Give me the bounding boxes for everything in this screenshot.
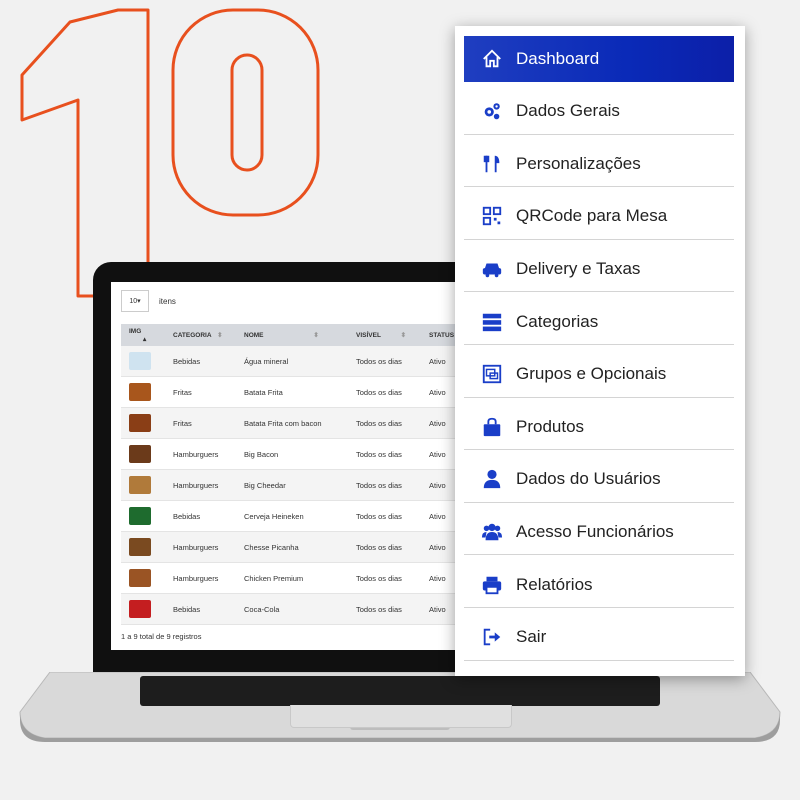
sidebar-item-label: QRCode para Mesa	[516, 206, 668, 226]
cell-categoria: Fritas	[165, 407, 236, 439]
cell-visivel: Todos os dias	[348, 438, 421, 470]
sort-icon: ⬍	[400, 332, 407, 339]
sort-icon: ⬍	[313, 332, 319, 339]
cell-categoria: Hamburguers	[165, 438, 236, 470]
users-icon	[478, 518, 506, 546]
table-row[interactable]: Hamburguers Chesse Picanha Todos os dias At…	[121, 531, 477, 563]
cell-visivel: Todos os dias	[348, 407, 421, 439]
sidebar-item-sair[interactable]: Sair	[464, 615, 734, 661]
product-thumbnail	[121, 346, 165, 377]
sidebar-item-produtos[interactable]: Produtos	[464, 404, 734, 451]
sidebar-menu: Dashboard Dados Gerais Personalizações QRCo…	[455, 26, 745, 676]
table-row[interactable]: Fritas Batata Frita com bacon Todos os dia…	[121, 407, 477, 439]
cell-nome: Batata Frita	[236, 376, 348, 408]
product-thumbnail	[121, 593, 165, 625]
cell-categoria: Hamburguers	[165, 531, 236, 563]
hero-number: 10	[0, 0, 320, 298]
gears-icon	[478, 97, 506, 125]
entries-label: itens	[159, 296, 176, 306]
sidebar-item-acesso-funcionarios[interactable]: Acesso Funcionários	[464, 509, 734, 556]
product-thumbnail	[121, 531, 165, 563]
sidebar-item-label: Dashboard	[516, 49, 600, 68]
sidebar-item-dados-do-usuarios[interactable]: Dados do Usuários	[464, 457, 734, 503]
keyboard	[140, 676, 660, 706]
touchpad	[290, 705, 512, 728]
cell-categoria: Bebidas	[165, 500, 236, 532]
table-row[interactable]: Hamburguers Big Bacon Todos os dias Ativo	[121, 438, 477, 470]
shopping-bag-icon	[478, 413, 506, 441]
cell-categoria: Hamburguers	[165, 469, 236, 501]
product-thumbnail	[121, 469, 165, 501]
sidebar-item-label: Dados do Usuários	[516, 469, 661, 489]
hero-number-text: 10	[0, 0, 2, 1]
table-row[interactable]: Fritas Batata Frita Todos os dias Ativo	[121, 376, 477, 408]
cell-visivel: Todos os dias	[348, 593, 421, 625]
qrcode-icon	[478, 202, 506, 230]
product-thumbnail	[121, 562, 165, 594]
cell-nome: Big Bacon	[236, 438, 348, 470]
sidebar-item-label: Categorias	[516, 311, 599, 331]
cell-nome: Cerveja Heineken	[236, 500, 348, 532]
sidebar-item-grupos-e-opcionais[interactable]: Grupos e Opcionais	[464, 352, 734, 398]
server-icon	[478, 308, 506, 336]
products-table: IMG ▴ CATEGORIA ⬍ NOME ⬍ VISÍVEL ⬍ STATU…	[121, 324, 477, 625]
sidebar-item-label: Acesso Funcionários	[516, 521, 674, 541]
cell-nome: Coca-Cola	[236, 593, 348, 625]
sidebar-item-label: Relatórios	[516, 574, 593, 594]
sidebar-item-label: Grupos e Opcionais	[516, 364, 667, 384]
column-header-categoria[interactable]: CATEGORIA ⬍	[165, 324, 236, 346]
sort-icon: ⬍	[217, 332, 223, 339]
product-thumbnail	[121, 438, 165, 470]
object-group-icon	[478, 360, 506, 388]
cell-visivel: Todos os dias	[348, 531, 421, 563]
entries-control: 10 ▾ itens	[121, 290, 176, 312]
sidebar-item-qrcode-para-mesa[interactable]: QRCode para Mesa	[464, 194, 734, 240]
sidebar-item-categorias[interactable]: Categorias	[464, 299, 734, 345]
sort-icon: ▴	[143, 335, 147, 343]
cell-nome: Água mineral	[236, 346, 348, 377]
cell-visivel: Todos os dias	[348, 346, 421, 377]
sidebar-item-label: Personalizações	[516, 153, 641, 173]
table-row[interactable]: Hamburguers Big Cheedar Todos os dias Ativo	[121, 469, 477, 501]
sidebar-item-personalizacoes[interactable]: Personalizações	[464, 141, 734, 188]
cell-visivel: Todos os dias	[348, 469, 421, 501]
table-row[interactable]: Bebidas Água mineral Todos os dias Ativo	[121, 346, 477, 377]
cell-categoria: Hamburguers	[165, 562, 236, 594]
sign-out-icon	[478, 623, 506, 651]
sidebar-item-dados-gerais[interactable]: Dados Gerais	[464, 89, 734, 135]
sidebar-item-delivery-e-taxas[interactable]: Delivery e Taxas	[464, 246, 734, 293]
cell-categoria: Bebidas	[165, 346, 236, 377]
product-thumbnail	[121, 500, 165, 532]
column-header-nome[interactable]: NOME ⬍	[236, 324, 348, 346]
cell-visivel: Todos os dias	[348, 562, 421, 594]
table-row[interactable]: Hamburguers Chicken Premium Todos os dias A…	[121, 562, 477, 594]
product-thumbnail	[121, 407, 165, 439]
cell-nome: Big Cheedar	[236, 469, 348, 501]
cell-nome: Chicken Premium	[236, 562, 348, 594]
sidebar-item-relatorios[interactable]: Relatórios	[464, 562, 734, 608]
user-icon	[478, 465, 506, 493]
print-icon	[478, 571, 506, 599]
column-header-img[interactable]: IMG ▴	[121, 324, 165, 346]
entries-select[interactable]: 10 ▾	[121, 290, 149, 312]
table-info: 1 a 9 total de 9 registros	[121, 632, 202, 641]
sidebar-item-label: Delivery e Taxas	[516, 258, 641, 278]
table-row[interactable]: Bebidas Coca-Cola Todos os dias Ativo	[121, 593, 477, 625]
cell-visivel: Todos os dias	[348, 376, 421, 408]
cell-nome: Chesse Picanha	[236, 531, 348, 563]
cell-nome: Batata Frita com bacon	[236, 407, 348, 439]
sidebar-item-dashboard[interactable]: Dashboard	[464, 36, 734, 82]
cell-categoria: Bebidas	[165, 593, 236, 625]
product-thumbnail	[121, 376, 165, 408]
table-row[interactable]: Bebidas Cerveja Heineken Todos os dias Ativ…	[121, 500, 477, 532]
column-header-visivel[interactable]: VISÍVEL ⬍	[348, 324, 421, 346]
car-icon	[478, 255, 506, 283]
cell-categoria: Fritas	[165, 376, 236, 408]
utensils-icon	[478, 150, 506, 178]
cell-visivel: Todos os dias	[348, 500, 421, 532]
home-icon	[478, 45, 506, 73]
sidebar-item-label: Produtos	[516, 416, 585, 436]
sidebar-item-label: Sair	[516, 627, 547, 647]
sidebar-item-label: Dados Gerais	[516, 101, 620, 121]
